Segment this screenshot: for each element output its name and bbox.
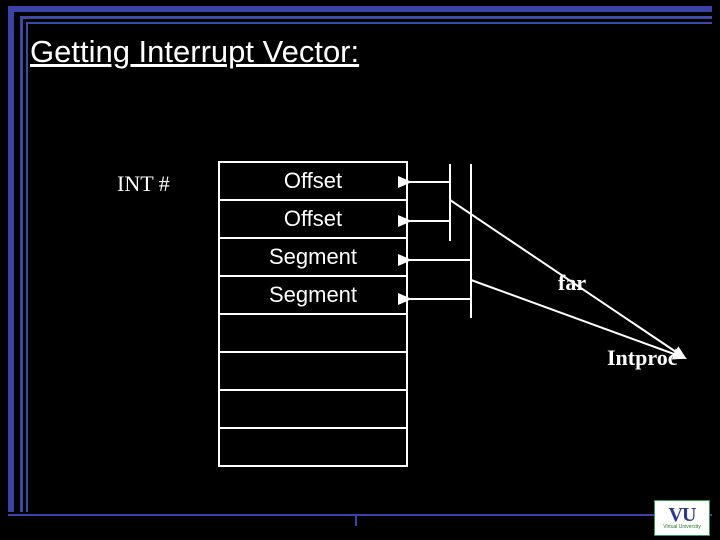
logo-subtext: Virtual University <box>663 524 700 530</box>
vector-table: Offset Offset Segment Segment <box>218 161 408 467</box>
frame-inner2-top <box>26 22 712 24</box>
frame-inner-top <box>20 16 712 19</box>
table-row: Segment <box>220 277 406 315</box>
frame-inner2-left <box>26 22 28 512</box>
table-row: Offset <box>220 163 406 201</box>
table-row <box>220 315 406 353</box>
intproc-label: Intproc <box>607 345 678 371</box>
int-number-label: INT # <box>117 171 170 197</box>
far-label: far <box>558 270 586 296</box>
frame-inner-left <box>20 16 23 512</box>
frame-bottom <box>8 514 712 516</box>
table-row <box>220 353 406 391</box>
frame-bottom-tick <box>355 516 357 526</box>
table-row <box>220 391 406 429</box>
frame-left <box>8 6 14 512</box>
frame-top <box>8 6 712 12</box>
table-row: Offset <box>220 201 406 239</box>
logo-text: VU <box>669 506 696 524</box>
table-row: Segment <box>220 239 406 277</box>
vu-logo: VU Virtual University <box>654 500 710 536</box>
slide-title: Getting Interrupt Vector: <box>30 34 359 70</box>
table-row <box>220 429 406 467</box>
